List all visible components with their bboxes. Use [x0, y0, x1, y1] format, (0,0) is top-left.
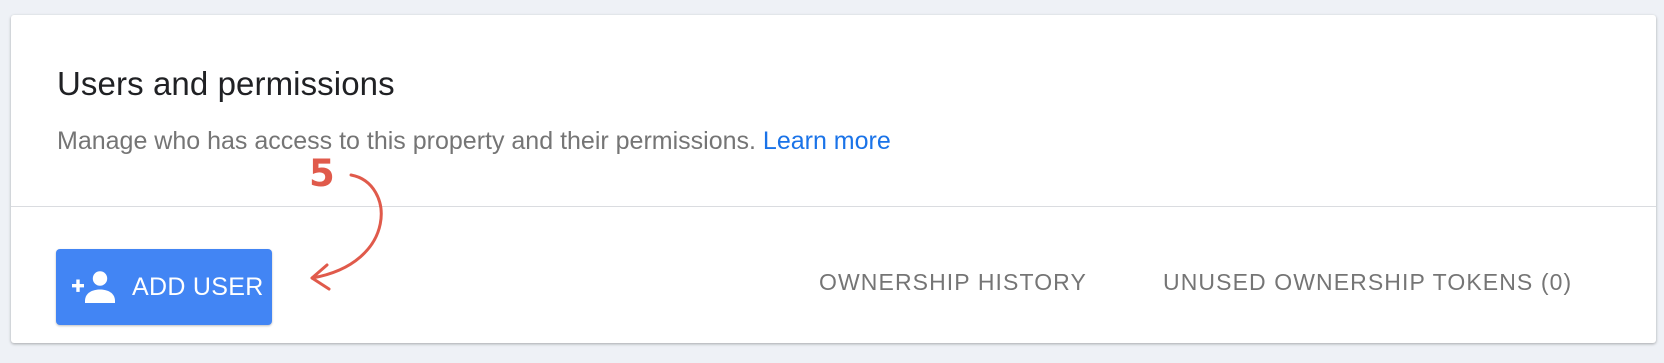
page: Users and permissions Manage who has acc…: [0, 0, 1664, 363]
ownership-history-button[interactable]: OWNERSHIP HISTORY: [819, 257, 1087, 307]
unused-ownership-tokens-button[interactable]: UNUSED OWNERSHIP TOKENS (0): [1163, 257, 1572, 307]
card-header: Users and permissions Manage who has acc…: [11, 15, 1656, 205]
actions-bar: ADD USER OWNERSHIP HISTORY UNUSED OWNERS…: [11, 207, 1656, 343]
page-title: Users and permissions: [57, 65, 395, 102]
add-user-label: ADD USER: [132, 272, 264, 301]
page-subtitle: Manage who has access to this property a…: [57, 127, 891, 156]
subtitle-text: Manage who has access to this property a…: [57, 127, 756, 155]
add-user-button[interactable]: ADD USER: [56, 249, 272, 325]
person-add-icon: [72, 271, 115, 303]
annotation-step-number: 5: [309, 152, 335, 195]
users-permissions-card: Users and permissions Manage who has acc…: [11, 15, 1656, 343]
learn-more-link[interactable]: Learn more: [763, 127, 891, 155]
